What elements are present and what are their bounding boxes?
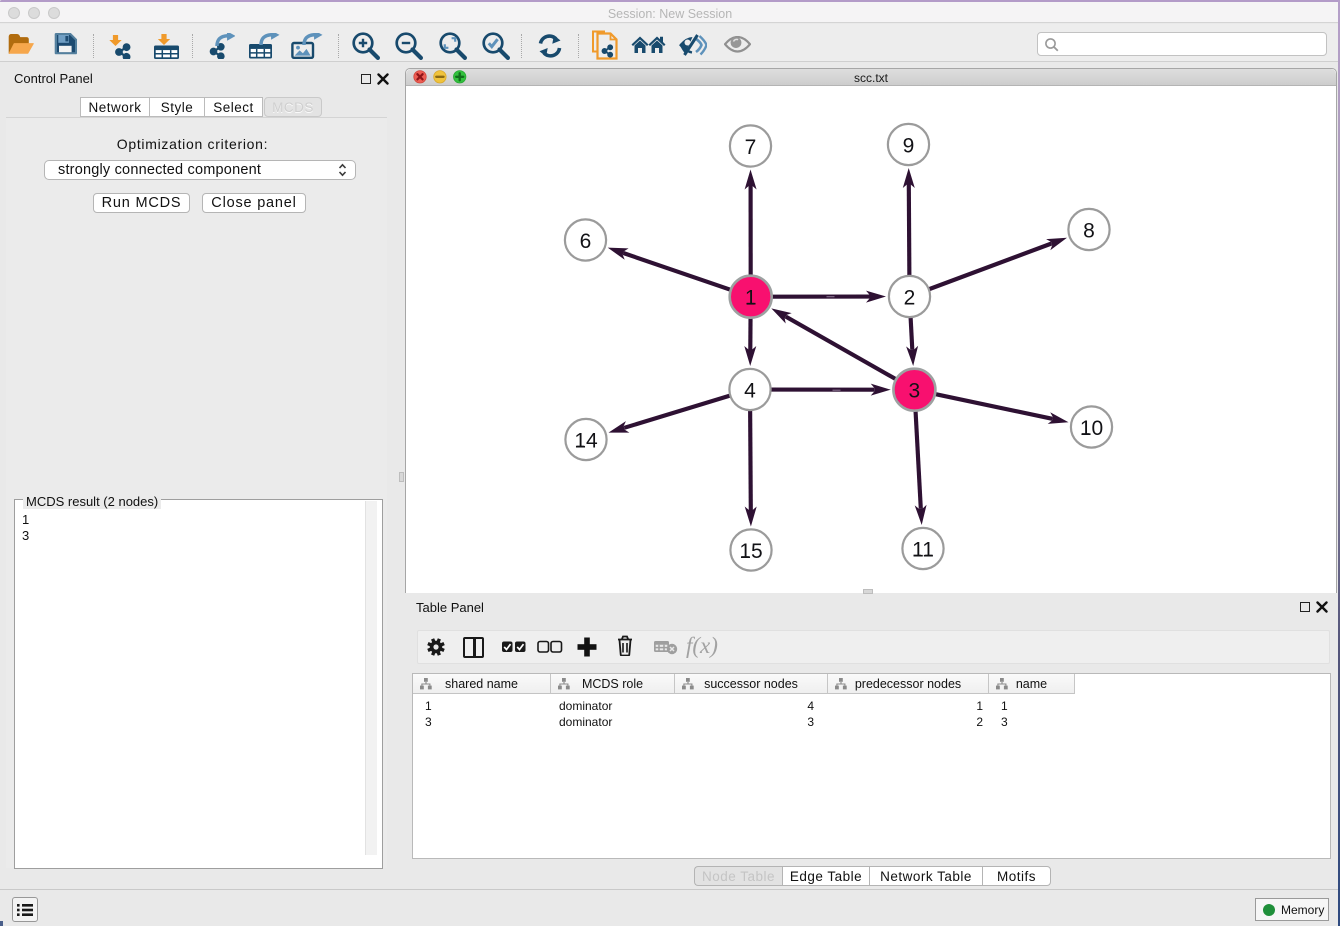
svg-text:4: 4 — [744, 379, 756, 402]
svg-text:8: 8 — [1083, 219, 1095, 242]
svg-text:1: 1 — [745, 287, 757, 310]
svg-text:7: 7 — [745, 136, 757, 159]
svg-text:14: 14 — [574, 429, 598, 452]
svg-text:15: 15 — [739, 540, 762, 563]
svg-text:2: 2 — [904, 286, 916, 309]
svg-text:10: 10 — [1080, 417, 1103, 440]
svg-text:6: 6 — [580, 230, 592, 253]
svg-text:9: 9 — [903, 134, 915, 157]
svg-text:3: 3 — [909, 380, 921, 403]
svg-text:11: 11 — [912, 538, 934, 561]
